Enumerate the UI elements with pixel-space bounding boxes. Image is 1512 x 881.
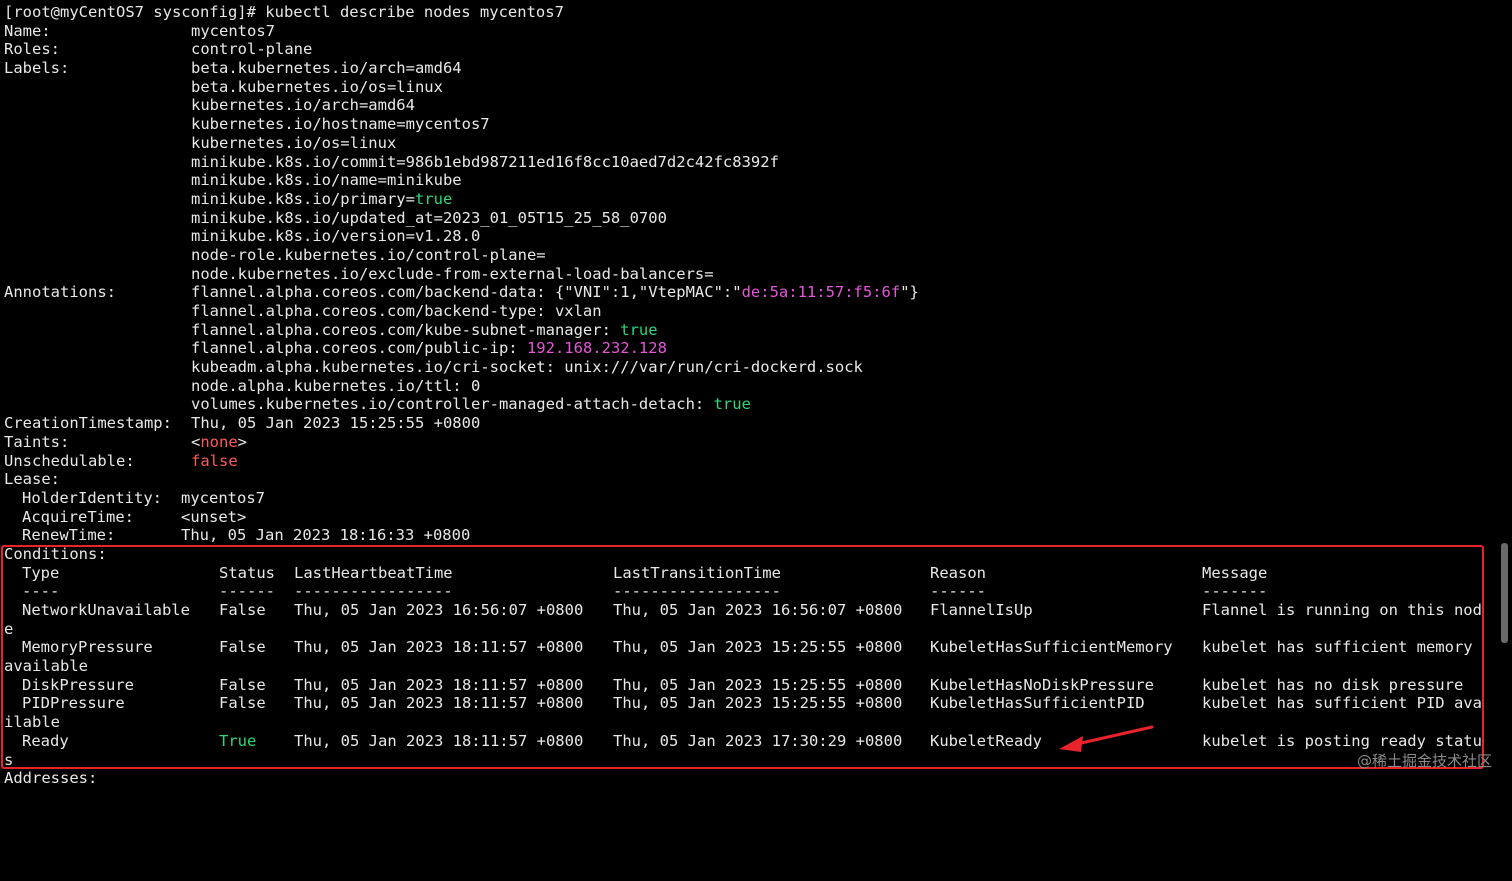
annotation-item: volumes.kubernetes.io/controller-managed… [191, 395, 751, 414]
scrollbar-thumb[interactable] [1501, 543, 1508, 643]
annotation-key-text: flannel.alpha.coreos.com/kube-subnet-man… [191, 320, 621, 339]
label-line: node.kubernetes.io/exclude-from-external… [4, 265, 1494, 284]
taints-close-bracket: > [237, 432, 248, 451]
taints-line: Taints: <none> [4, 433, 1494, 452]
annotations-key: Annotations: [4, 283, 116, 302]
roles-line: Roles: control-plane [4, 40, 1494, 59]
lease-line: Lease: [4, 470, 1494, 489]
annotation-item: flannel.alpha.coreos.com/public-ip: 192.… [191, 339, 667, 358]
annotation-item: flannel.alpha.coreos.com/backend-data: {… [191, 283, 919, 302]
addresses-line: Addresses: [4, 769, 1494, 788]
lease-renew-value: Thu, 05 Jan 2023 18:16:33 +0800 [181, 526, 471, 545]
name-value: mycentos7 [191, 21, 275, 40]
creation-timestamp-value: Thu, 05 Jan 2023 15:25:55 +0800 [191, 414, 481, 433]
annotation-line: flannel.alpha.coreos.com/kube-subnet-man… [4, 321, 1494, 340]
annotation-line: kubeadm.alpha.kubernetes.io/cri-socket: … [4, 358, 1494, 377]
label-item: minikube.k8s.io/primary=true [191, 190, 452, 209]
name-line: Name: mycentos7 [4, 22, 1494, 41]
annotation-key-text: flannel.alpha.coreos.com/public-ip: [191, 339, 527, 358]
annotation-vtep-mac: de:5a:11:57:f5:6f [741, 283, 901, 302]
label-key-text: minikube.k8s.io/primary= [191, 189, 415, 208]
label-item: minikube.k8s.io/name=minikube [191, 171, 462, 190]
label-line: kubernetes.io/arch=amd64 [4, 96, 1494, 115]
taints-none: none [200, 432, 238, 451]
taints-value: <none> [191, 433, 247, 452]
creation-timestamp-line: CreationTimestamp: Thu, 05 Jan 2023 15:2… [4, 414, 1494, 433]
label-line: minikube.k8s.io/name=minikube [4, 171, 1494, 190]
annotation-key-text: volumes.kubernetes.io/controller-managed… [191, 395, 714, 414]
unschedulable-value: false [191, 451, 238, 470]
labels-key: Labels: [4, 59, 70, 78]
addresses-key: Addresses: [4, 769, 98, 788]
taints-key: Taints: [4, 432, 70, 451]
annotation-line: node.alpha.kubernetes.io/ttl: 0 [4, 377, 1494, 396]
annotation-backend-data-prefix: flannel.alpha.coreos.com/backend-data: {… [191, 283, 742, 302]
label-item: kubernetes.io/arch=amd64 [191, 96, 415, 115]
annotation-arrow-icon [1059, 725, 1154, 752]
roles-key: Roles: [4, 40, 60, 59]
scrollbar-track[interactable] [1500, 0, 1509, 795]
annotation-line: volumes.kubernetes.io/controller-managed… [4, 395, 1494, 414]
roles-value: control-plane [191, 40, 313, 59]
lease-acquire-value: <unset> [181, 507, 247, 526]
annotation-value-true: true [620, 320, 658, 339]
label-line: kubernetes.io/os=linux [4, 134, 1494, 153]
label-item: minikube.k8s.io/version=v1.28.0 [191, 227, 481, 246]
label-item: minikube.k8s.io/commit=986b1ebd987211ed1… [191, 152, 779, 171]
label-item: node-role.kubernetes.io/control-plane= [191, 245, 546, 264]
annotation-item: flannel.alpha.coreos.com/backend-type: v… [191, 302, 602, 320]
label-line: beta.kubernetes.io/os=linux [4, 78, 1494, 97]
annotation-line: flannel.alpha.coreos.com/backend-type: v… [4, 302, 1494, 321]
label-value-true: true [414, 189, 453, 208]
label-line: kubernetes.io/hostname=mycentos7 [4, 115, 1494, 134]
unschedulable-line: Unschedulable: false [4, 452, 1494, 471]
annotation-item: node.alpha.kubernetes.io/ttl: 0 [191, 376, 481, 395]
label-line: minikube.k8s.io/primary=true [4, 190, 1494, 209]
lease-key: Lease: [4, 470, 60, 489]
label-line: minikube.k8s.io/version=v1.28.0 [4, 227, 1494, 246]
command-text: [root@myCentOS7 sysconfig]# kubectl desc… [4, 3, 564, 21]
annotation-item: kubeadm.alpha.kubernetes.io/cri-socket: … [191, 358, 863, 377]
lease-renew-line: RenewTime: Thu, 05 Jan 2023 18:16:33 +08… [4, 526, 1494, 545]
taints-open-bracket: < [191, 432, 201, 451]
label-item: beta.kubernetes.io/arch=amd64 [191, 59, 462, 78]
annotation-value-true: true [713, 395, 751, 414]
command-prompt-line: [root@myCentOS7 sysconfig]# kubectl desc… [4, 3, 1494, 22]
lease-renew-key: RenewTime: [22, 526, 116, 545]
annotation-item: flannel.alpha.coreos.com/kube-subnet-man… [191, 321, 658, 340]
label-item: kubernetes.io/hostname=mycentos7 [191, 115, 490, 134]
lease-holder-line: HolderIdentity: mycentos7 [4, 489, 1494, 508]
annotation-line: flannel.alpha.coreos.com/public-ip: 192.… [4, 339, 1494, 358]
lease-holder-key: HolderIdentity: [22, 488, 162, 507]
watermark-text: @稀土掘金技术社区 [1356, 752, 1492, 770]
annotation-backend-data-suffix: "} [900, 283, 919, 302]
label-item: node.kubernetes.io/exclude-from-external… [191, 264, 714, 283]
label-line: minikube.k8s.io/commit=986b1ebd987211ed1… [4, 153, 1494, 172]
unschedulable-key: Unschedulable: [4, 451, 135, 470]
lease-acquire-key: AcquireTime: [22, 507, 134, 526]
lease-acquire-line: AcquireTime: <unset> [4, 508, 1494, 527]
label-line: node-role.kubernetes.io/control-plane= [4, 246, 1494, 265]
labels-line: Labels: beta.kubernetes.io/arch=amd64 [4, 59, 1494, 78]
label-item: minikube.k8s.io/updated_at=2023_01_05T15… [191, 208, 667, 227]
annotations-line: Annotations: flannel.alpha.coreos.com/ba… [4, 283, 1494, 302]
lease-holder-value: mycentos7 [181, 488, 265, 507]
label-item: kubernetes.io/os=linux [191, 133, 397, 152]
creation-timestamp-key: CreationTimestamp: [4, 414, 172, 433]
name-key: Name: [4, 21, 51, 40]
annotation-public-ip: 192.168.232.128 [526, 339, 667, 358]
conditions-highlight-box [1, 545, 1484, 769]
label-item: beta.kubernetes.io/os=linux [191, 77, 443, 96]
label-line: minikube.k8s.io/updated_at=2023_01_05T15… [4, 209, 1494, 228]
